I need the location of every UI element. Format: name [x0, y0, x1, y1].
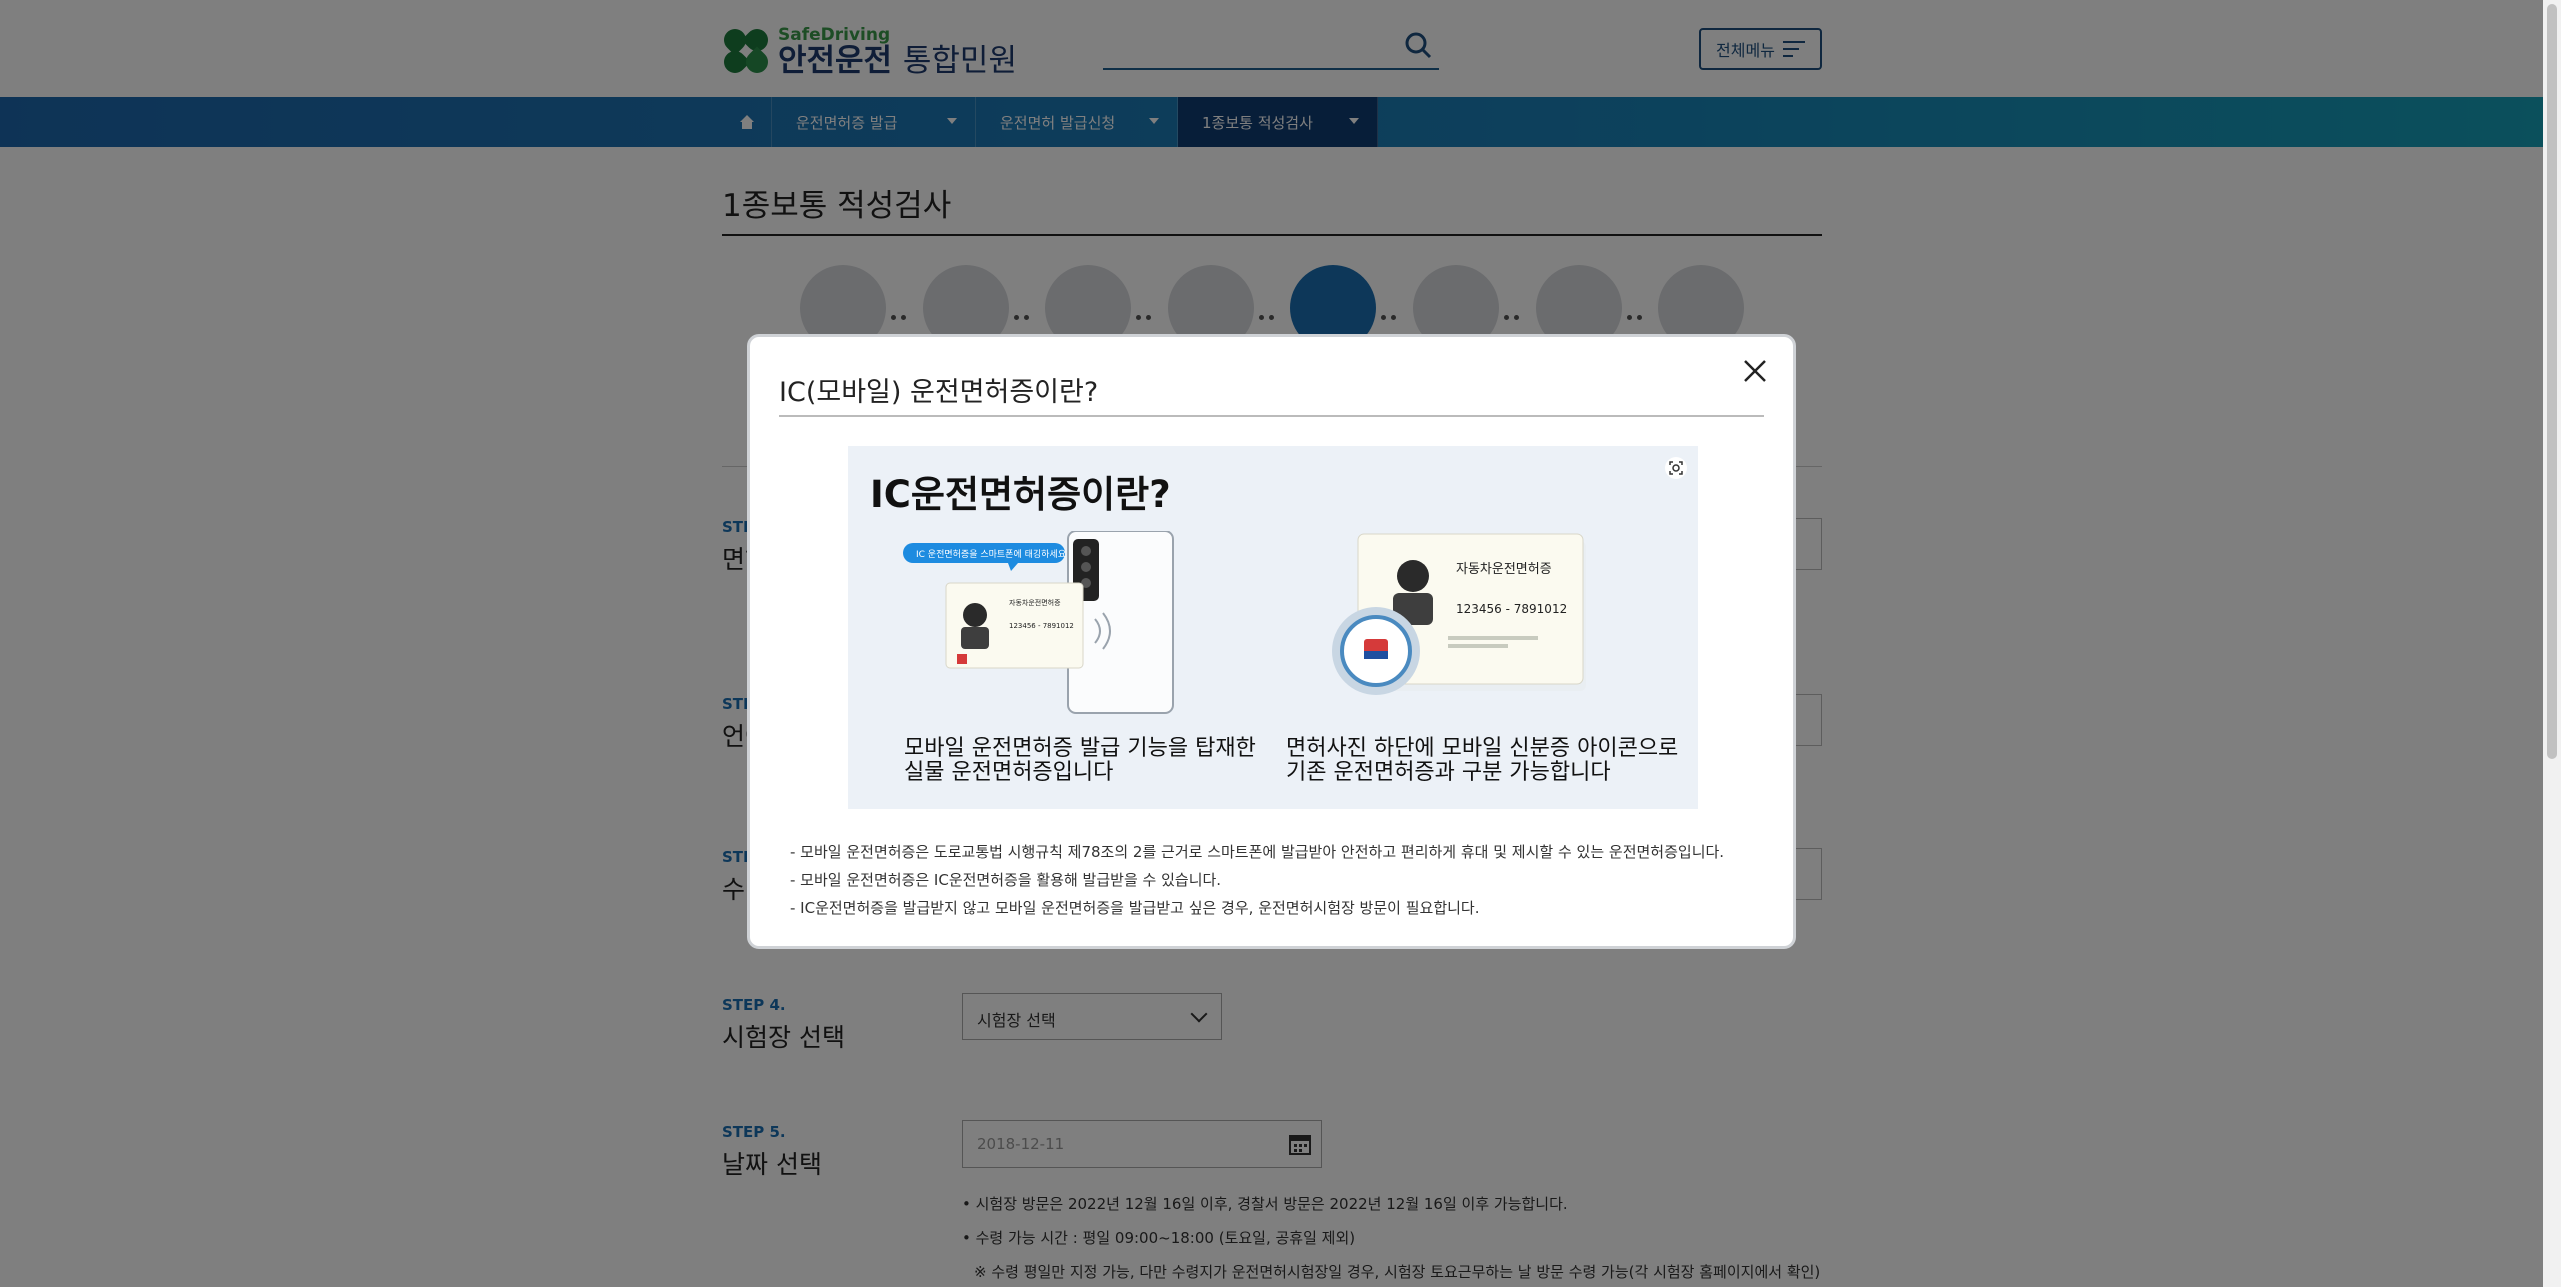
caption-left-1: 모바일 운전면허증 발급 기능을 탑재한: [904, 736, 1256, 761]
card-number: 123456 - 7891012: [1456, 602, 1568, 616]
modal-divider: [779, 415, 1764, 417]
ic-license-info-image: IC운전면허증이란? IC 운전면허증을 스마트폰에 태깅하세요! 자동차운전면…: [848, 446, 1698, 809]
close-icon[interactable]: [1739, 355, 1771, 387]
small-card-number: 123456 - 7891012: [1009, 622, 1074, 630]
info-heading: IC운전면허증이란?: [870, 473, 1171, 516]
caption-right-1: 면허사진 하단에 모바일 신분증 아이콘으로: [1286, 736, 1679, 761]
caption-right-2: 기존 운전면허증과 구분 가능합니다: [1286, 760, 1611, 785]
tag-badge-text: IC 운전면허증을 스마트폰에 태깅하세요!: [916, 550, 1066, 560]
small-card-title: 자동차운전면허증: [1009, 599, 1061, 607]
modal-notes: - 모바일 운전면허증은 도로교통법 시행규칙 제78조의 2를 근거로 스마트…: [790, 838, 1724, 922]
scrollbar-thumb[interactable]: [2547, 4, 2557, 759]
page-scrollbar[interactable]: [2543, 0, 2561, 1287]
zoom-icon[interactable]: [1664, 456, 1688, 480]
caption-left-2: 실물 운전면허증입니다: [904, 760, 1114, 785]
modal-title: IC(모바일) 운전면허증이란?: [779, 377, 1099, 408]
ic-license-modal: IC(모바일) 운전면허증이란? IC운전면허증이란? IC 운전면허증을 스마…: [747, 334, 1796, 949]
card-title: 자동차운전면허증: [1456, 562, 1552, 577]
modal-note: - 모바일 운전면허증은 도로교통법 시행규칙 제78조의 2를 근거로 스마트…: [790, 843, 1725, 861]
modal-note: - IC운전면허증을 발급받지 않고 모바일 운전면허증을 발급받고 싶은 경우…: [790, 899, 1480, 917]
modal-note: - 모바일 운전면허증은 IC운전면허증을 활용해 발급받을 수 있습니다.: [790, 871, 1222, 889]
